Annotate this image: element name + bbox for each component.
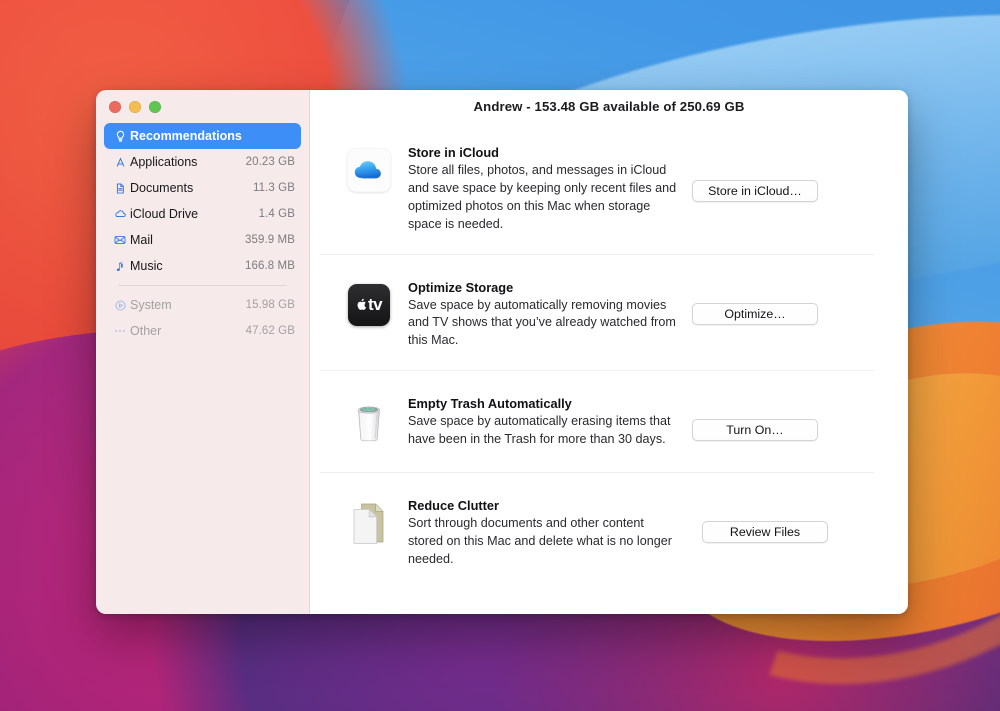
sidebar-item-recommendations[interactable]: Recommendations <box>104 123 301 149</box>
recommendation-title: Optimize Storage <box>408 279 514 295</box>
sidebar-item-mail[interactable]: Mail 359.9 MB <box>104 227 301 253</box>
recommendation-description: Store all files, photos, and messages in… <box>408 163 677 231</box>
minimize-button[interactable] <box>129 100 141 113</box>
maximize-button[interactable] <box>149 100 161 113</box>
sidebar-item-label: Other <box>130 324 162 338</box>
sidebar-item-label: Music <box>130 259 163 273</box>
review-files-button[interactable]: Review Files <box>702 521 828 544</box>
desktop-wallpaper: Recommendations Applications 20.23 GB Do… <box>0 0 1000 711</box>
store-in-icloud-button[interactable]: Store in iCloud… <box>692 180 818 202</box>
recommendation-text: Store in iCloud Store all files, photos,… <box>392 145 692 234</box>
recommendation-title: Store in iCloud <box>408 145 499 160</box>
turn-on-button[interactable]: Turn On… <box>692 419 818 442</box>
sidebar-item-other[interactable]: Other 47.62 GB <box>104 318 301 344</box>
sidebar-item-label: Documents <box>130 181 194 195</box>
recommendation-text: Optimize Storage Save space by automatic… <box>392 280 692 351</box>
window-title-bar: Andrew - 153.48 GB available of 250.69 G… <box>310 90 908 123</box>
ellipsis-icon <box>110 324 130 338</box>
recommendation-row: Empty Trash Automatically Save space by … <box>310 370 908 472</box>
sidebar-item-size: 11.3 GB <box>252 182 295 194</box>
recommendation-action: Store in iCloud… <box>692 167 818 213</box>
sidebar-item-label: Mail <box>130 233 153 247</box>
sidebar-item-label: Applications <box>130 155 198 169</box>
recommendation-text: Reduce Clutter Sort through documents an… <box>392 498 692 569</box>
close-button[interactable] <box>109 100 121 113</box>
sidebar-item-size: 20.23 GB <box>245 156 295 168</box>
sidebar-divider <box>118 285 287 286</box>
sidebar-item-size: 15.98 GB <box>245 299 295 311</box>
sidebar-item-size: 359.9 MB <box>244 234 295 246</box>
recommendation-action: Optimize… <box>692 290 818 336</box>
sidebar-list: Recommendations Applications 20.23 GB Do… <box>96 123 309 344</box>
sidebar-item-label: System <box>130 298 172 312</box>
recommendation-description: Save space by automatically removing mov… <box>408 297 676 348</box>
page-title: Andrew - 153.48 GB available of 250.69 G… <box>473 99 745 114</box>
sidebar-item-size: 166.8 MB <box>244 260 295 272</box>
recommendation-title: Empty Trash Automatically <box>408 396 572 412</box>
recommendation-action: Turn On… <box>692 406 818 452</box>
recommendation-text: Empty Trash Automatically Save space by … <box>392 396 692 449</box>
recommendations-list: Store in iCloud Store all files, photos,… <box>310 123 908 614</box>
storage-management-window: Recommendations Applications 20.23 GB Do… <box>96 90 908 614</box>
recommendation-title: Reduce Clutter <box>408 498 500 514</box>
recommendation-action: Review Files <box>702 508 828 554</box>
music-note-icon <box>110 260 130 273</box>
sidebar-item-applications[interactable]: Applications 20.23 GB <box>104 149 301 175</box>
sidebar-item-size: 1.4 GB <box>258 208 295 220</box>
recommendation-description: Sort through documents and other content… <box>408 516 672 566</box>
sidebar-item-size: 47.62 GB <box>245 325 295 337</box>
lightbulb-icon <box>110 130 130 143</box>
sidebar-item-label: Recommendations <box>130 129 242 143</box>
sidebar-item-documents[interactable]: Documents 11.3 GB <box>104 175 301 201</box>
recommendation-row: Store in iCloud Store all files, photos,… <box>310 123 908 254</box>
sidebar-item-music[interactable]: Music 166.8 MB <box>104 253 301 279</box>
recommendation-description: Save space by automatically erasing item… <box>408 414 671 446</box>
recommendation-row: tv Optimize Storage Save space by automa… <box>310 253 908 371</box>
sidebar-item-system[interactable]: System 15.98 GB <box>104 292 301 318</box>
sidebar: Recommendations Applications 20.23 GB Do… <box>96 90 310 614</box>
mail-icon <box>110 233 130 247</box>
app-store-icon <box>110 156 130 169</box>
documents-stack-icon <box>346 500 392 546</box>
recommendation-row: Reduce Clutter Sort through documents an… <box>310 472 908 589</box>
sidebar-item-label: iCloud Drive <box>130 207 199 221</box>
documents-icon <box>110 182 130 195</box>
main-panel: Andrew - 153.48 GB available of 250.69 G… <box>310 90 908 614</box>
apple-tv-icon: tv <box>346 282 392 328</box>
window-controls <box>96 90 309 123</box>
trash-icon <box>346 398 392 444</box>
optimize-button[interactable]: Optimize… <box>692 302 818 325</box>
system-disc-icon <box>110 299 130 312</box>
sidebar-item-icloud-drive[interactable]: iCloud Drive 1.4 GB <box>104 201 301 227</box>
cloud-icon <box>110 207 130 221</box>
icloud-icon <box>346 147 392 193</box>
